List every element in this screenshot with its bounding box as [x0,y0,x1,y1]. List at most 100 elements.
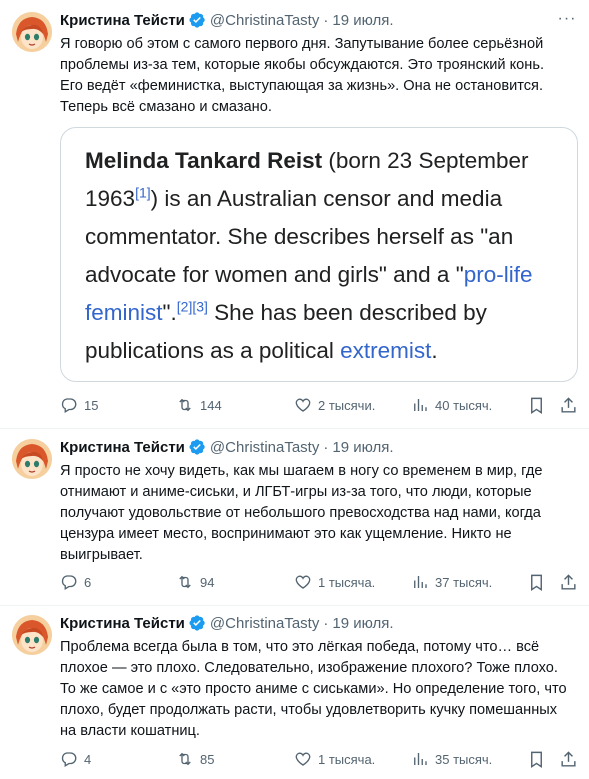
repost-button[interactable]: 85 [176,750,214,768]
tweet-header: Кристина Тейсти @ChristinaTasty · 19 июл… [60,10,394,30]
card-text: . [431,338,438,363]
like-button[interactable]: 1 тысяча. [294,573,375,591]
tweet-text-line: Я просто не хочу видеть, как мы шагаем в… [60,463,543,479]
tweet-text-line: Я говорю об этом с самого первого дня. З… [60,36,544,52]
card-text: ) is an Australian censor and media [150,186,503,211]
like-count: 2 тысячи. [318,397,376,413]
tweet-text-line: отнимают и аниме-сиськи, и ЛГБТ-игры из-… [60,484,532,500]
reply-icon [61,752,77,767]
card-link-prolife: pro-life [463,262,533,287]
tweet-text-line: плохое — это плохо. Следовательно, изобр… [60,660,558,676]
repost-icon [179,398,191,412]
repost-count: 144 [200,397,222,413]
card-text: ". [162,300,177,325]
display-name[interactable]: Кристина Тейсти [60,12,185,29]
separator-dot: · [323,438,329,456]
tweet-text: Проблема всегда была в том, что это лёгк… [60,637,575,742]
heart-icon [295,575,311,589]
verified-badge-icon [188,614,206,632]
views-button[interactable]: 40 тысяч. [411,396,492,414]
avatar[interactable] [12,12,52,52]
tweet-text-line: получают удовольствие от небольшого прев… [60,505,541,521]
tweet-text-line: Проблема всегда была в том, что это лёгк… [60,639,540,655]
tweet-text: Я просто не хочу видеть, как мы шагаем в… [60,461,575,566]
tweet-text: Я говорю об этом с самого первого дня. З… [60,34,575,118]
reply-count: 4 [84,751,92,767]
card-text: publications as a political [85,338,341,363]
tweet-divider [0,605,589,606]
views-button[interactable]: 37 тысяч. [411,573,492,591]
like-button[interactable]: 2 тысячи. [294,396,375,414]
card-ref-link: [2][3] [176,298,208,315]
reply-count: 6 [84,574,92,590]
separator-dot: · [323,11,329,29]
card-text: She has been described by [207,300,487,325]
verified-badge-icon [188,438,206,456]
bookmark-icon[interactable] [527,396,546,415]
share-icon[interactable] [559,573,578,592]
repost-count: 94 [200,574,215,590]
reply-button[interactable]: 15 [60,396,98,414]
like-button[interactable]: 1 тысяча. [294,750,375,768]
tweet-text-line: Теперь всё смазано и смазано. [60,99,272,115]
repost-button[interactable]: 94 [176,573,214,591]
tweet-header: Кристина Тейсти @ChristinaTasty · 19 июл… [60,437,394,457]
tweet-date[interactable]: 19 июля. [332,615,393,632]
bookmark-icon[interactable] [527,573,546,592]
card-ref-link: [1] [135,184,151,201]
repost-icon [179,575,191,589]
share-icon[interactable] [559,396,578,415]
card-link-extremist: extremist [340,338,432,363]
tweet-date[interactable]: 19 июля. [332,12,393,29]
verified-badge-icon [188,11,206,29]
views-chart-icon [414,753,427,765]
reply-button[interactable]: 6 [60,573,91,591]
bookmark-icon[interactable] [527,750,546,769]
wikipedia-screenshot-card[interactable]: Melinda Tankard Reist (born 23 September… [60,127,578,382]
tweet-divider [0,428,589,429]
user-handle[interactable]: @ChristinaTasty [210,12,319,29]
card-text: commentator. She describes herself as "a… [85,224,514,249]
reply-button[interactable]: 4 [60,750,91,768]
card-text: advocate for women and girls" and a " [85,262,464,287]
heart-icon [295,398,311,412]
card-bold-name: Melinda Tankard Reist [85,148,323,173]
reply-count: 15 [84,397,99,413]
tweet-text-line: плохо, будет продолжать расти, чтобы удо… [60,702,558,718]
tweet-text-line: Его ведёт «феминистка, выступающая за жи… [60,78,544,94]
display-name[interactable]: Кристина Тейсти [60,615,185,632]
views-chart-icon [414,399,427,411]
repost-count: 85 [200,751,215,767]
separator-dot: · [323,614,329,632]
reply-icon [61,398,77,413]
card-text: (born 23 September [322,148,529,173]
user-handle[interactable]: @ChristinaTasty [210,615,319,632]
tweet-text-line: на власти кошатниц. [60,723,200,739]
like-count: 1 тысяча. [318,751,376,767]
display-name[interactable]: Кристина Тейсти [60,439,185,456]
more-options-icon[interactable]: ··· [557,11,577,32]
views-chart-icon [414,576,427,588]
views-button[interactable]: 35 тысяч. [411,750,492,768]
card-link-feminist: feminist [85,300,163,325]
user-handle[interactable]: @ChristinaTasty [210,439,319,456]
heart-icon [295,752,311,766]
views-count: 40 тысяч. [435,397,493,413]
tweet-actions: 15 144 2 тысячи. 40 тысяч. [60,395,580,415]
card-article-text: Melinda Tankard Reist (born 23 September… [85,142,535,363]
tweet-actions: 6 94 1 тысяча. 37 тысяч. [60,572,580,592]
card-text: 1963 [85,186,136,211]
tweet-text-line: То же самое и с «это просто аниме с сись… [60,681,567,697]
tweet-text-line: цензура имеет место, воспринимают это ка… [60,526,512,542]
reply-icon [61,575,77,590]
repost-icon [179,752,191,766]
avatar[interactable] [12,439,52,479]
tweet-text-line: проблемы из-за тем, которые якобы обсужд… [60,57,545,73]
like-count: 1 тысяча. [318,574,376,590]
tweet-actions: 4 85 1 тысяча. 35 тысяч. [60,749,580,769]
tweet-date[interactable]: 19 июля. [332,439,393,456]
views-count: 35 тысяч. [435,751,493,767]
avatar[interactable] [12,615,52,655]
share-icon[interactable] [559,750,578,769]
repost-button[interactable]: 144 [176,396,222,414]
